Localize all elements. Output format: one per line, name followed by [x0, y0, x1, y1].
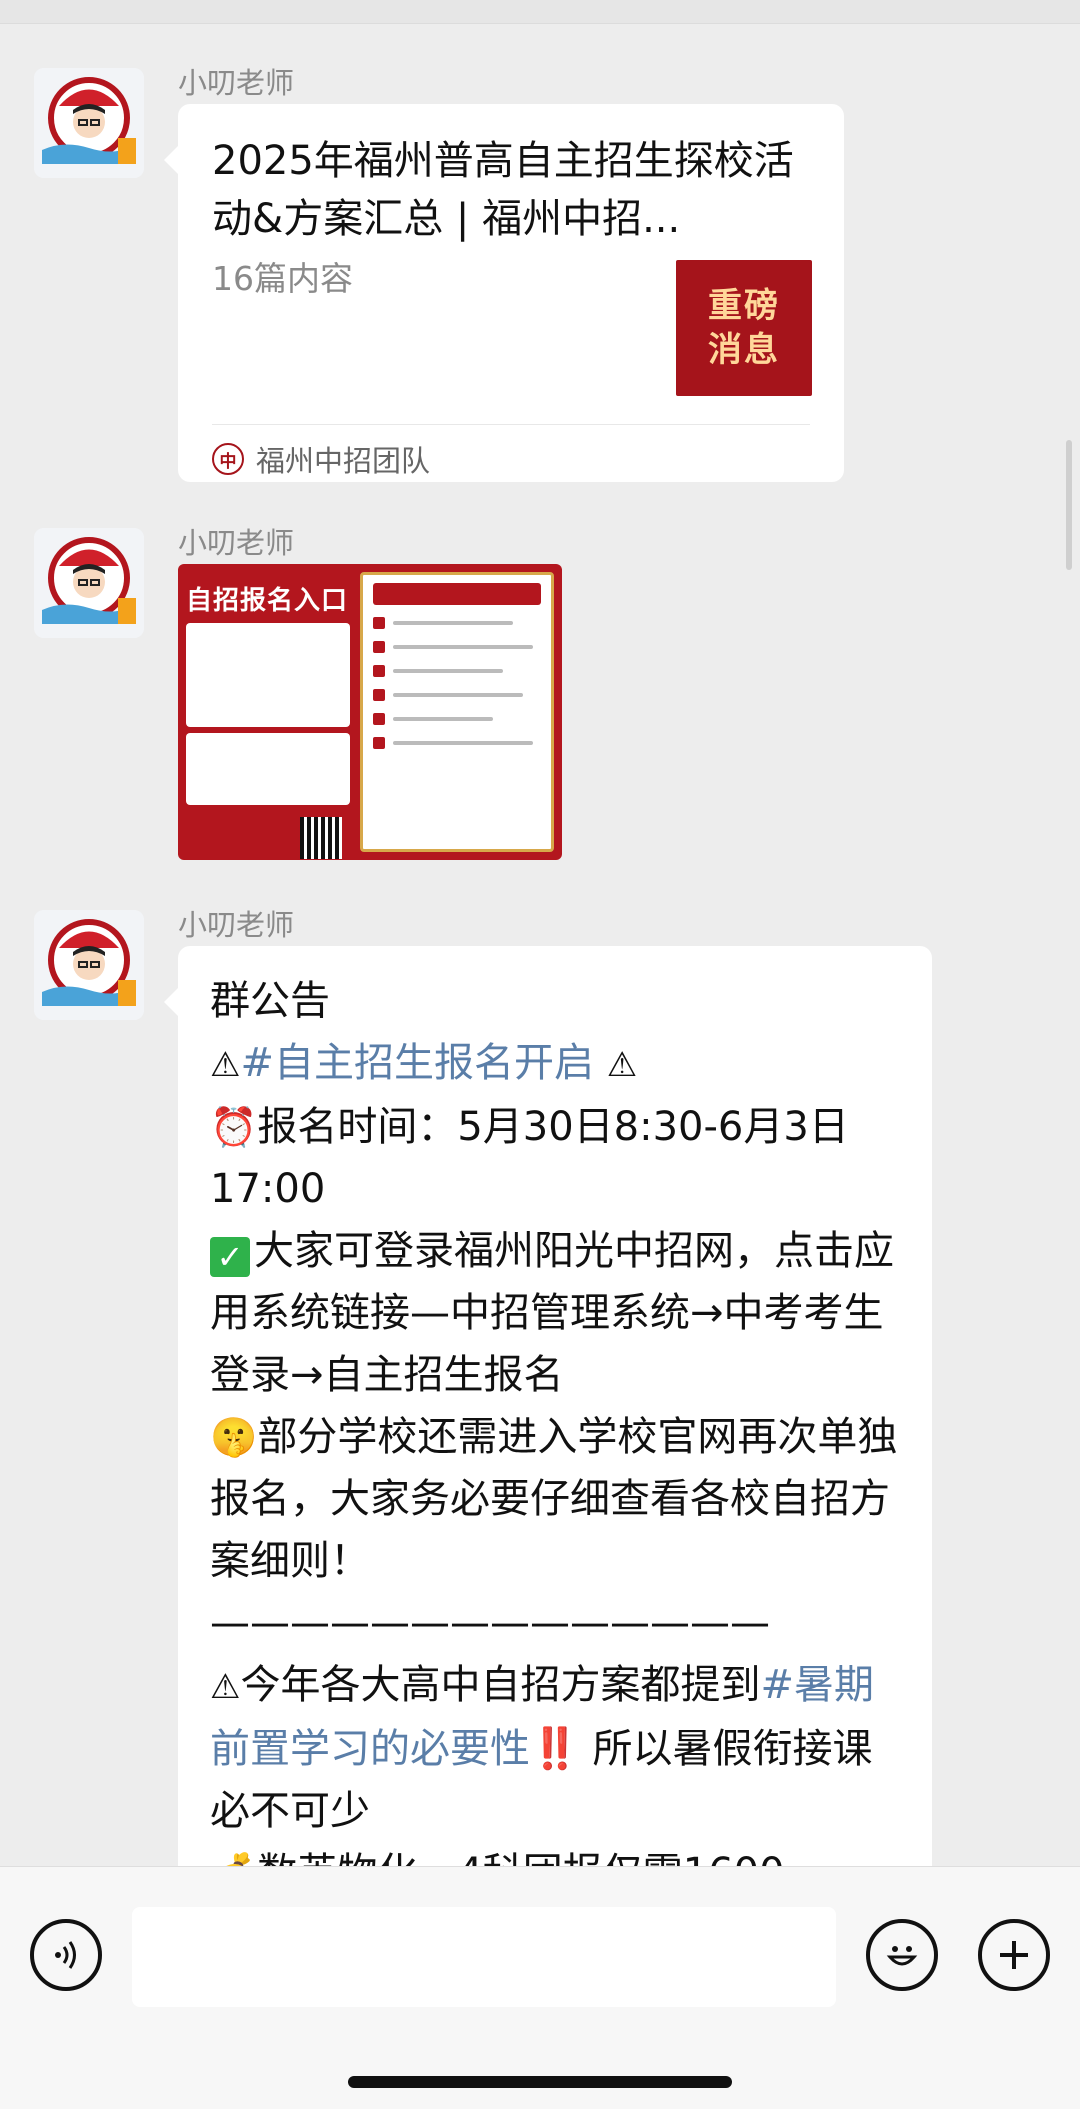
- image-right-panel: [360, 572, 554, 852]
- voice-button[interactable]: [30, 1919, 102, 1991]
- link-card[interactable]: 2025年福州普高自主招生探校活动&方案汇总 | 福州中招... 16篇内容 重…: [164, 104, 844, 482]
- chat-area[interactable]: 小叨老师 2025年福州普高自主招生探校活动&方案汇总 | 福州中招... 16…: [0, 24, 1080, 1866]
- message-image: 小叨老师 自招报名入口: [0, 484, 1080, 884]
- card-source: 福州中招团队: [256, 444, 431, 478]
- sender-name: 小叨老师: [178, 908, 295, 942]
- hashtag-link[interactable]: #自主招生报名开启: [240, 1040, 594, 1086]
- announcement-line: 🤫部分学校还需进入学校官网再次单独报名，大家务必要仔细查看各校自招方案细则！: [210, 1406, 900, 1592]
- image-box: [186, 623, 350, 727]
- sender-name: 小叨老师: [178, 66, 295, 100]
- image-title: 自招报名入口: [186, 586, 349, 616]
- image-row: [373, 641, 541, 653]
- image-row: [373, 713, 541, 725]
- summer-note: 今年各大高中自招方案都提到: [240, 1662, 761, 1708]
- image-left-panel: 自招报名入口: [186, 572, 350, 859]
- check-mark-icon: ✓: [210, 1237, 250, 1277]
- image-box: [186, 733, 350, 805]
- warning-icon: ⚠: [606, 1045, 638, 1085]
- signup-time: 报名时间：5月30日8:30-6月3日17:00: [210, 1104, 849, 1212]
- top-edge: [0, 0, 1080, 24]
- divider-line: ——————————————: [210, 1600, 770, 1646]
- card-thumbnail: 重磅消息: [676, 260, 812, 396]
- image-row: [373, 665, 541, 677]
- image-qr-area: [186, 811, 350, 860]
- scrollbar[interactable]: [1066, 440, 1072, 570]
- emoji-icon: [886, 1946, 918, 1966]
- announcement-line: ⚠#自主招生报名开启 ⚠: [210, 1032, 900, 1096]
- sender-name: 小叨老师: [178, 526, 295, 560]
- image-message[interactable]: 自招报名入口: [178, 564, 562, 860]
- price-note: 数英物化，4科团报仅需1600: [257, 1850, 784, 1866]
- avatar[interactable]: [34, 910, 144, 1020]
- avatar[interactable]: [34, 528, 144, 638]
- image-row: [373, 617, 541, 629]
- text-bubble[interactable]: 群公告 ⚠#自主招生报名开启 ⚠ ⏰报名时间：5月30日8:30-6月3日17:…: [164, 946, 932, 1866]
- alarm-clock-icon: ⏰: [210, 1105, 258, 1149]
- warning-icon: ⚠: [210, 1045, 241, 1085]
- source-logo-icon: 中: [212, 443, 244, 475]
- announcement-title: 群公告: [210, 978, 330, 1024]
- avatar[interactable]: [34, 68, 144, 178]
- money-bag-icon: 💰: [210, 1851, 257, 1866]
- image-row: [373, 737, 541, 749]
- card-thumbnail-text: 重磅消息: [708, 286, 780, 370]
- plus-icon: [1000, 1941, 1028, 1969]
- school-note: 部分学校还需进入学校官网再次单独报名，大家务必要仔细查看各校自招方案细则！: [210, 1414, 898, 1584]
- plus-button[interactable]: [978, 1919, 1050, 1991]
- card-divider: [212, 424, 810, 425]
- card-title: 2025年福州普高自主招生探校活动&方案汇总 | 福州中招...: [212, 138, 794, 242]
- login-instructions: 大家可登录福州阳光中招网，点击应用系统链接—中招管理系统→中考考生登录→自主招生…: [210, 1228, 894, 1398]
- shushing-face-icon: 🤫: [210, 1415, 258, 1459]
- voice-icon: [55, 1941, 76, 1969]
- home-indicator[interactable]: [348, 2076, 732, 2088]
- message-input[interactable]: [132, 1907, 836, 2007]
- emoji-button[interactable]: [866, 1919, 938, 1991]
- announcement-line: 💰数英物化，4科团报仅需1600: [210, 1842, 900, 1866]
- image-row: [373, 689, 541, 701]
- announcement-line: ⚠今年各大高中自招方案都提到#暑期前置学习的必要性‼️ 所以暑假衔接课必不可少: [210, 1654, 900, 1842]
- image-header-bar: [373, 583, 541, 605]
- double-exclamation-icon: ‼️: [530, 1726, 580, 1772]
- input-bar: [0, 1866, 1080, 2109]
- announcement-line: ✓ 大家可登录福州阳光中招网，点击应用系统链接—中招管理系统→中考考生登录→自主招…: [210, 1220, 900, 1406]
- message-text: 小叨老师 群公告 ⚠#自主招生报名开启 ⚠ ⏰报名时间：5月30日8:30-6月…: [0, 866, 1080, 1866]
- message-link-card: 小叨老师 2025年福州普高自主招生探校活动&方案汇总 | 福州中招... 16…: [0, 24, 1080, 504]
- warning-icon: ⚠: [210, 1667, 241, 1707]
- card-footer: 中 福州中招团队: [212, 438, 430, 480]
- card-subtitle: 16篇内容: [212, 259, 353, 298]
- announcement-line: ⏰报名时间：5月30日8:30-6月3日17:00: [210, 1096, 900, 1220]
- qr-code-icon: [300, 817, 342, 859]
